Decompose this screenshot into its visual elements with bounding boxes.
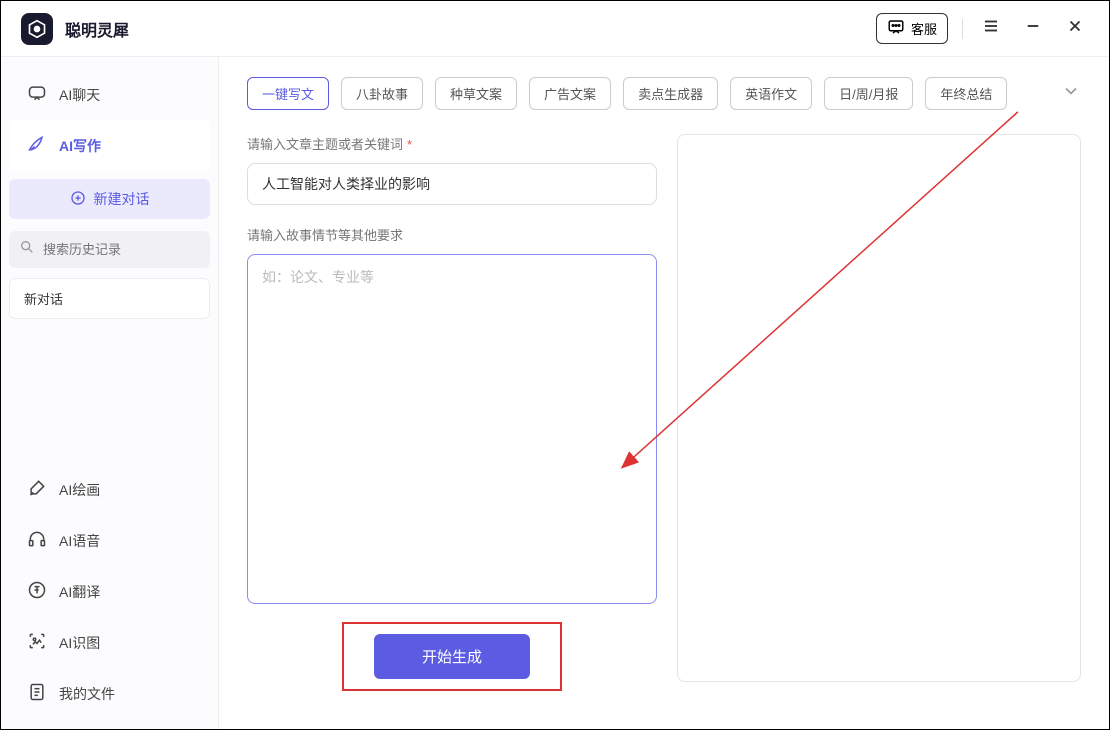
sidebar-item-translate[interactable]: AI翻译 (9, 566, 210, 617)
pill-ad[interactable]: 广告文案 (529, 77, 611, 110)
output-panel (677, 134, 1081, 682)
required-mark: * (407, 137, 412, 152)
headphones-icon (27, 529, 47, 552)
close-button[interactable] (1061, 15, 1089, 43)
support-label: 客服 (911, 19, 937, 38)
generate-button[interactable]: 开始生成 (374, 634, 530, 679)
history-item-label: 新对话 (24, 292, 63, 307)
pill-report[interactable]: 日/周/月报 (824, 77, 913, 110)
sidebar-item-label: AI语音 (59, 531, 100, 551)
sidebar-item-files[interactable]: 我的文件 (9, 668, 210, 719)
pill-selling-point[interactable]: 卖点生成器 (623, 77, 718, 110)
main-content: 一键写文 八卦故事 种草文案 广告文案 卖点生成器 英语作文 日/周/月报 年终… (219, 57, 1109, 729)
sidebar-item-label: AI写作 (59, 136, 101, 156)
search-box[interactable] (9, 231, 210, 268)
app-logo (21, 13, 53, 45)
minimize-icon (1024, 17, 1042, 40)
sidebar-item-label: AI聊天 (59, 85, 100, 105)
expand-pills-button[interactable] (1061, 81, 1081, 106)
sidebar-item-ocr[interactable]: AI识图 (9, 617, 210, 668)
chat-icon (27, 83, 47, 106)
new-chat-label: 新建对话 (94, 189, 150, 209)
topic-label: 请输入文章主题或者关键词* (247, 134, 657, 153)
sidebar-item-chat[interactable]: AI聊天 (9, 69, 210, 120)
sidebar-item-write[interactable]: AI写作 (9, 120, 210, 171)
image-scan-icon (27, 631, 47, 654)
generate-highlight-box: 开始生成 (342, 622, 562, 691)
pill-one-click[interactable]: 一键写文 (247, 77, 329, 110)
sidebar-item-paint[interactable]: AI绘画 (9, 464, 210, 515)
pill-english[interactable]: 英语作文 (730, 77, 812, 110)
sidebar-item-label: AI翻译 (59, 582, 100, 602)
file-icon (27, 682, 47, 705)
support-button[interactable]: 客服 (876, 13, 948, 44)
pen-icon (27, 134, 47, 157)
search-input[interactable] (43, 242, 200, 257)
sidebar-item-label: AI绘画 (59, 480, 100, 500)
details-textarea-wrap (247, 254, 657, 604)
sidebar: AI聊天 AI写作 新建对话 新对话 AI绘画 AI语音 (1, 57, 219, 729)
history-item[interactable]: 新对话 (9, 278, 210, 319)
template-pills: 一键写文 八卦故事 种草文案 广告文案 卖点生成器 英语作文 日/周/月报 年终… (247, 77, 1081, 110)
app-title: 聪明灵犀 (65, 17, 129, 41)
menu-button[interactable] (977, 15, 1005, 43)
search-icon (19, 239, 35, 260)
new-chat-button[interactable]: 新建对话 (9, 179, 210, 219)
titlebar: 聪明灵犀 客服 (1, 1, 1109, 57)
topic-input[interactable] (247, 163, 657, 205)
pill-seeding[interactable]: 种草文案 (435, 77, 517, 110)
divider (962, 19, 963, 39)
sidebar-item-label: AI识图 (59, 633, 100, 653)
sidebar-item-label: 我的文件 (59, 684, 115, 704)
details-textarea[interactable] (262, 267, 642, 591)
brush-icon (27, 478, 47, 501)
translate-icon (27, 580, 47, 603)
plus-circle-icon (70, 190, 86, 209)
chevron-down-icon (1061, 88, 1081, 105)
pill-year-end[interactable]: 年终总结 (925, 77, 1007, 110)
sidebar-item-voice[interactable]: AI语音 (9, 515, 210, 566)
minimize-button[interactable] (1019, 15, 1047, 43)
pill-gossip[interactable]: 八卦故事 (341, 77, 423, 110)
details-label: 请输入故事情节等其他要求 (247, 225, 657, 244)
close-icon (1066, 17, 1084, 40)
hamburger-icon (982, 17, 1000, 40)
chat-bubble-icon (887, 18, 905, 39)
